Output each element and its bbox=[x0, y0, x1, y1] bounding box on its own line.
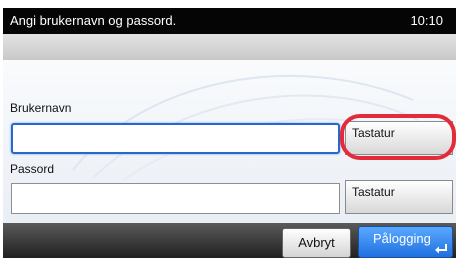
password-keyboard-button[interactable]: Tastatur bbox=[345, 180, 453, 214]
toolbar-strip bbox=[3, 34, 456, 60]
highlight-ring bbox=[340, 114, 456, 160]
login-button[interactable]: Pålogging bbox=[358, 226, 453, 258]
prompt-title: Angi brukernavn og passord. bbox=[10, 13, 177, 28]
username-field[interactable] bbox=[11, 123, 340, 154]
cancel-button[interactable]: Avbryt bbox=[282, 228, 351, 258]
password-label: Passord bbox=[10, 162, 55, 176]
login-screen: Angi brukernavn og passord. 10:10 Bruker… bbox=[3, 8, 456, 258]
login-button-label: Pålogging bbox=[373, 231, 431, 246]
username-label: Brukernavn bbox=[10, 101, 72, 115]
clock: 10:10 bbox=[410, 13, 443, 28]
password-field[interactable] bbox=[11, 183, 340, 214]
keyboard-button-label: Tastatur bbox=[352, 185, 395, 199]
title-bar: Angi brukernavn og passord. 10:10 bbox=[3, 8, 456, 34]
enter-icon bbox=[435, 244, 447, 254]
